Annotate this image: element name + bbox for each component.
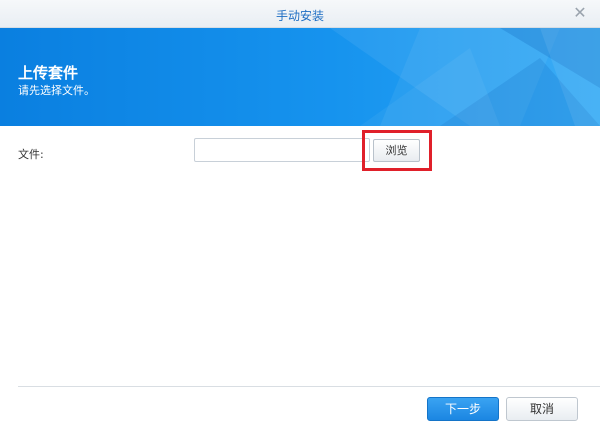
file-path-input[interactable]: [194, 138, 370, 162]
header-banner: 上传套件 请先选择文件。: [0, 28, 600, 126]
footer-divider: [18, 386, 600, 387]
browse-button[interactable]: 浏览: [373, 139, 420, 162]
dialog-title: 手动安装: [275, 9, 324, 23]
banner-title: 上传套件: [18, 64, 79, 82]
file-label: 文件:: [18, 148, 44, 161]
close-icon[interactable]: ✕: [570, 3, 590, 23]
banner-subtitle: 请先选择文件。: [18, 84, 95, 97]
next-button[interactable]: 下一步: [427, 397, 499, 421]
dialog-titlebar: 手动安装 ✕: [0, 0, 600, 28]
banner-decoration: [330, 28, 600, 126]
cancel-button[interactable]: 取消: [506, 397, 578, 421]
